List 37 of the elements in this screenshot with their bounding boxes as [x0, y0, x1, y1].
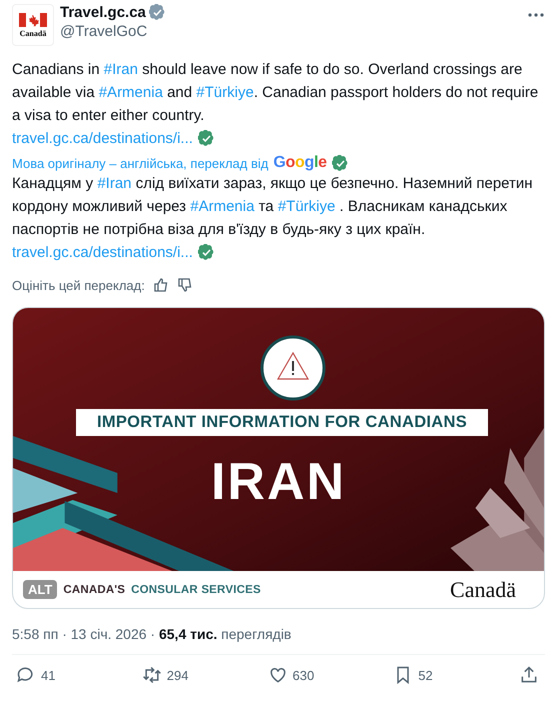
canada-wordmark: Canadä	[450, 576, 516, 602]
bookmark-button[interactable]: 52	[393, 665, 494, 685]
translated-text: Канадцям у #Iran слід виїхати зараз, якщо це безпечно. Наземний перетин кордону можливий через #Armenia та #Türkiye . Власникам канадських паспортів не потрібна віза для в'їзду в будь-яку з цих країн.	[12, 174, 534, 240]
hashtag-link[interactable]: #Iran	[97, 175, 132, 192]
repost-button[interactable]: 294	[142, 665, 242, 685]
country-headline: IRAN	[210, 456, 348, 508]
account-avatar[interactable]: Canadä	[12, 4, 54, 46]
warning-icon	[260, 335, 326, 401]
post-meta: 5:58 пп · 13 січ. 2026 · 65,4 тис. переглядів	[12, 626, 292, 642]
thumbs-down-icon[interactable]	[176, 277, 193, 293]
canada-wordmark: Canadä	[20, 28, 46, 38]
share-icon	[519, 665, 539, 685]
share-button[interactable]	[519, 665, 539, 685]
hashtag-link[interactable]: #Iran	[104, 61, 138, 78]
translation-note[interactable]: Мова оригіналу – англійська, переклад від	[12, 156, 268, 170]
post-link[interactable]: travel.gc.ca/destinations/i...	[12, 127, 193, 150]
like-icon	[268, 665, 288, 685]
account-handle[interactable]: @TravelGoC	[60, 23, 521, 40]
post-text: Canadians in #Iran should leave now if safe to do so. Overland crossings are available via #Armenia and #Türkiye. Canadian passport holders do not require a visa to enter either country.	[12, 60, 540, 126]
banner-title: IMPORTANT INFORMATION FOR CANADIANS	[76, 409, 488, 436]
like-button[interactable]: 630	[268, 665, 368, 685]
reply-button[interactable]: 41	[16, 665, 116, 685]
thumbs-up-icon[interactable]	[152, 277, 169, 293]
footer-label: CONSULAR SERVICES	[131, 584, 262, 596]
hashtag-link[interactable]: #Armenia	[98, 84, 163, 101]
hashtag-link[interactable]: #Armenia	[190, 198, 254, 215]
media-card[interactable]: IMPORTANT INFORMATION FOR CANADIANS IRAN ALT CANADA'S CONSULAR SERVICES Canadä	[12, 307, 545, 609]
translated-link[interactable]: travel.gc.ca/destinations/i...	[12, 241, 193, 264]
alt-badge[interactable]: ALT	[23, 580, 58, 599]
google-logo: Google	[273, 154, 327, 172]
flag-icon	[19, 12, 47, 26]
hashtag-link[interactable]: #Türkiye	[196, 84, 254, 101]
footer-label: CANADA'S	[63, 584, 126, 596]
repost-icon	[142, 665, 162, 685]
account-name[interactable]: Travel.gc.ca	[60, 4, 146, 21]
hashtag-link[interactable]: #Türkiye	[278, 198, 336, 215]
rate-translation-label: Оцініть цей переклад:	[12, 278, 145, 292]
